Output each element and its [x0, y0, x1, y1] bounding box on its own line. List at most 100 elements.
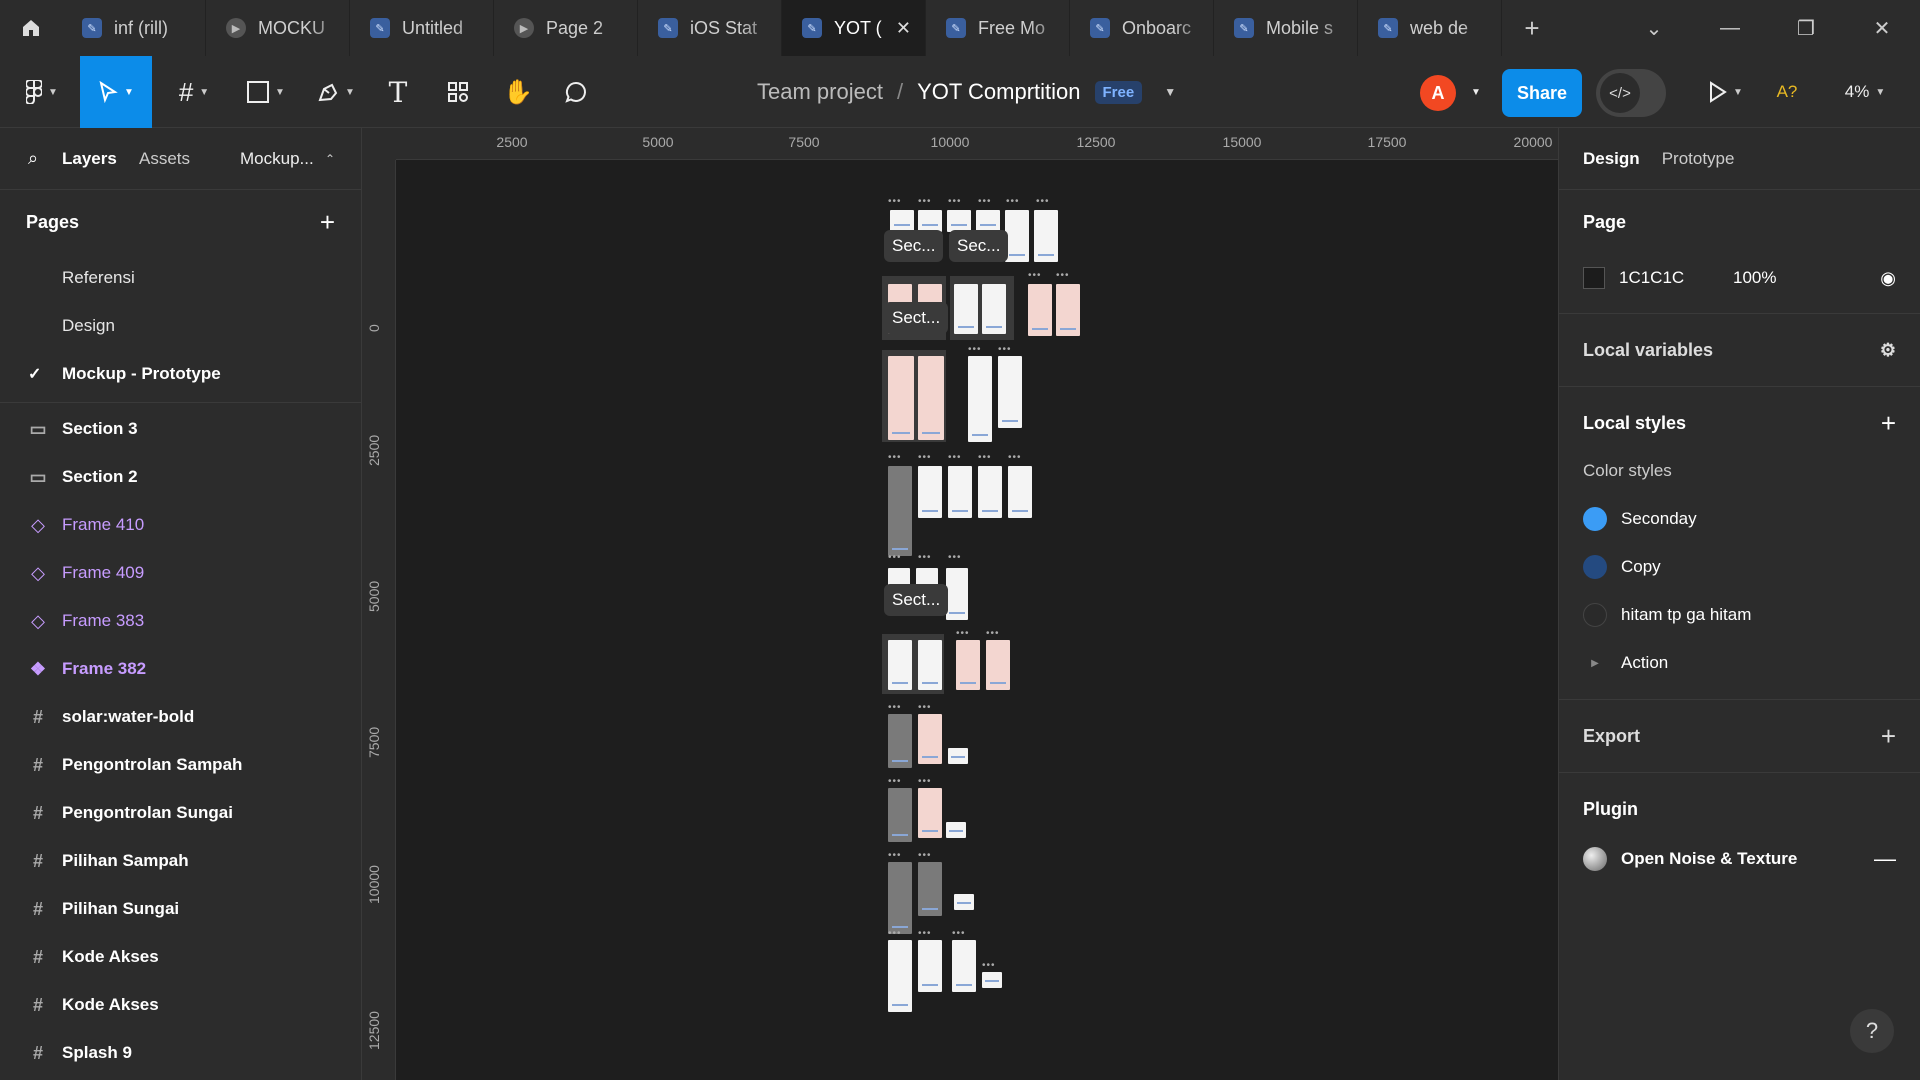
- avatar[interactable]: A: [1420, 75, 1456, 111]
- move-tool-button[interactable]: ▼: [80, 56, 152, 128]
- file-tab[interactable]: ✎ web de: [1358, 0, 1502, 56]
- section-label[interactable]: Sect...: [884, 584, 949, 616]
- comment-tool-button[interactable]: [558, 56, 594, 128]
- pen-tool-button[interactable]: ▼: [308, 56, 364, 128]
- hand-tool-button[interactable]: ✋: [500, 56, 536, 128]
- file-tab[interactable]: ✎ iOS Stat: [638, 0, 782, 56]
- layer-row[interactable]: ▭ Section 2: [0, 453, 361, 501]
- frame-thumbnail[interactable]: [948, 748, 968, 764]
- layer-row[interactable]: # Kode Akses: [0, 933, 361, 981]
- add-style-icon[interactable]: +: [1881, 408, 1896, 439]
- share-button[interactable]: Share: [1502, 69, 1582, 117]
- frame-thumbnail[interactable]: [982, 284, 1006, 334]
- frame-thumbnail[interactable]: [976, 210, 1000, 232]
- frame-thumbnail[interactable]: [918, 862, 942, 916]
- section-label[interactable]: Sec...: [884, 230, 944, 262]
- dev-mode-toggle[interactable]: </>: [1596, 69, 1666, 117]
- tab-prototype[interactable]: Prototype: [1662, 149, 1735, 169]
- zoom-menu[interactable]: 4% ▼: [1840, 56, 1890, 128]
- search-icon[interactable]: ⌕: [28, 148, 38, 169]
- help-button[interactable]: ?: [1850, 1009, 1894, 1053]
- frame-thumbnail[interactable]: [954, 284, 978, 334]
- layer-row[interactable]: ◇ Frame 409: [0, 549, 361, 597]
- file-tab[interactable]: ✎ Free Mo: [926, 0, 1070, 56]
- new-tab-button[interactable]: +: [1502, 0, 1562, 56]
- local-variables-label[interactable]: Local variables: [1583, 340, 1713, 361]
- frame-thumbnail[interactable]: [890, 210, 914, 232]
- project-name-link[interactable]: Team project: [757, 79, 883, 105]
- frame-thumbnail[interactable]: [918, 210, 942, 232]
- file-tab[interactable]: ▶ Page 2: [494, 0, 638, 56]
- frame-thumbnail[interactable]: [918, 788, 942, 838]
- frame-thumbnail[interactable]: [946, 568, 968, 620]
- layer-row[interactable]: # Splash 9: [0, 1029, 361, 1077]
- text-tool-button[interactable]: T: [380, 56, 416, 128]
- frame-thumbnail[interactable]: [947, 210, 971, 232]
- frame-thumbnail[interactable]: [888, 356, 914, 440]
- layer-row[interactable]: # solar:water-bold: [0, 693, 361, 741]
- remove-plugin-icon[interactable]: —: [1874, 846, 1896, 872]
- frame-thumbnail[interactable]: [888, 714, 912, 768]
- layer-row[interactable]: ▭ Section 3: [0, 405, 361, 453]
- present-button[interactable]: ▼: [1700, 56, 1750, 128]
- frame-thumbnail[interactable]: [888, 940, 912, 1012]
- frame-thumbnail[interactable]: [968, 356, 992, 442]
- frame-thumbnail[interactable]: [978, 466, 1002, 518]
- layer-row[interactable]: ◇ Frame 383: [0, 597, 361, 645]
- frame-thumbnail[interactable]: [918, 940, 942, 992]
- frame-thumbnail[interactable]: [918, 466, 942, 518]
- frame-thumbnail[interactable]: [918, 714, 942, 764]
- frame-thumbnail[interactable]: [888, 788, 912, 842]
- action-group[interactable]: ▶ Action: [1583, 639, 1896, 687]
- minimize-icon[interactable]: —: [1692, 0, 1768, 56]
- frame-thumbnail[interactable]: [948, 466, 972, 518]
- chevron-up-icon[interactable]: ⌃: [325, 152, 335, 166]
- resources-button[interactable]: [440, 56, 476, 128]
- frame-thumbnail[interactable]: [954, 894, 974, 910]
- tab-layers[interactable]: Layers: [62, 149, 117, 169]
- page-color-swatch[interactable]: [1583, 267, 1605, 289]
- main-menu-button[interactable]: ▼: [18, 56, 66, 128]
- file-tab[interactable]: ✎ inf (rill): [62, 0, 206, 56]
- shape-tool-button[interactable]: ▼: [238, 56, 294, 128]
- variables-settings-icon[interactable]: ⚙: [1880, 340, 1896, 361]
- file-tab[interactable]: ✎ Untitled: [350, 0, 494, 56]
- frame-tool-button[interactable]: # ▼: [166, 56, 222, 128]
- layer-row[interactable]: # Pilihan Sampah: [0, 837, 361, 885]
- missing-fonts-button[interactable]: A?: [1772, 56, 1802, 128]
- color-style-item[interactable]: hitam tp ga hitam: [1583, 591, 1896, 639]
- avatar-chevron-icon[interactable]: ▼: [1466, 56, 1486, 128]
- plan-badge[interactable]: Free: [1094, 80, 1143, 104]
- tab-design[interactable]: Design: [1583, 149, 1640, 169]
- layer-row[interactable]: # Pilihan Sungai: [0, 885, 361, 933]
- layer-row[interactable]: ❖ Frame 382: [0, 645, 361, 693]
- frame-thumbnail[interactable]: [888, 466, 912, 556]
- file-tab[interactable]: ✎ YOT (✕: [782, 0, 926, 56]
- color-style-item[interactable]: Seconday: [1583, 495, 1896, 543]
- page-opacity-value[interactable]: 100%: [1733, 268, 1776, 288]
- frame-thumbnail[interactable]: [986, 640, 1010, 690]
- file-tab[interactable]: ✎ Onboarc: [1070, 0, 1214, 56]
- close-tab-icon[interactable]: ✕: [896, 18, 911, 39]
- frame-thumbnail[interactable]: [946, 822, 966, 838]
- page-color-value[interactable]: 1C1C1C: [1619, 268, 1719, 288]
- page-item[interactable]: Referensi: [0, 254, 361, 302]
- plugin-row[interactable]: Open Noise & Texture —: [1583, 835, 1896, 883]
- tab-list-chevron-icon[interactable]: ⌄: [1616, 0, 1692, 56]
- file-tab[interactable]: ✎ Mobile s: [1214, 0, 1358, 56]
- layer-row[interactable]: # Pengontrolan Sampah: [0, 741, 361, 789]
- section-label[interactable]: Sec...: [949, 230, 1009, 262]
- current-page-dropdown[interactable]: Mockup...: [240, 149, 314, 169]
- frame-thumbnail[interactable]: [888, 640, 912, 690]
- section-label[interactable]: Sect...: [884, 302, 949, 334]
- file-tab[interactable]: ▶ MOCKU: [206, 0, 350, 56]
- tab-assets[interactable]: Assets: [139, 149, 190, 169]
- layer-row[interactable]: # Kode Akses: [0, 981, 361, 1029]
- frame-thumbnail[interactable]: [1005, 210, 1029, 262]
- color-style-item[interactable]: Copy: [1583, 543, 1896, 591]
- page-item[interactable]: Design: [0, 302, 361, 350]
- home-button[interactable]: [0, 0, 62, 56]
- page-item[interactable]: ✓ Mockup - Prototype: [0, 350, 361, 398]
- add-page-icon[interactable]: +: [320, 207, 335, 238]
- layer-row[interactable]: ◇ Frame 410: [0, 501, 361, 549]
